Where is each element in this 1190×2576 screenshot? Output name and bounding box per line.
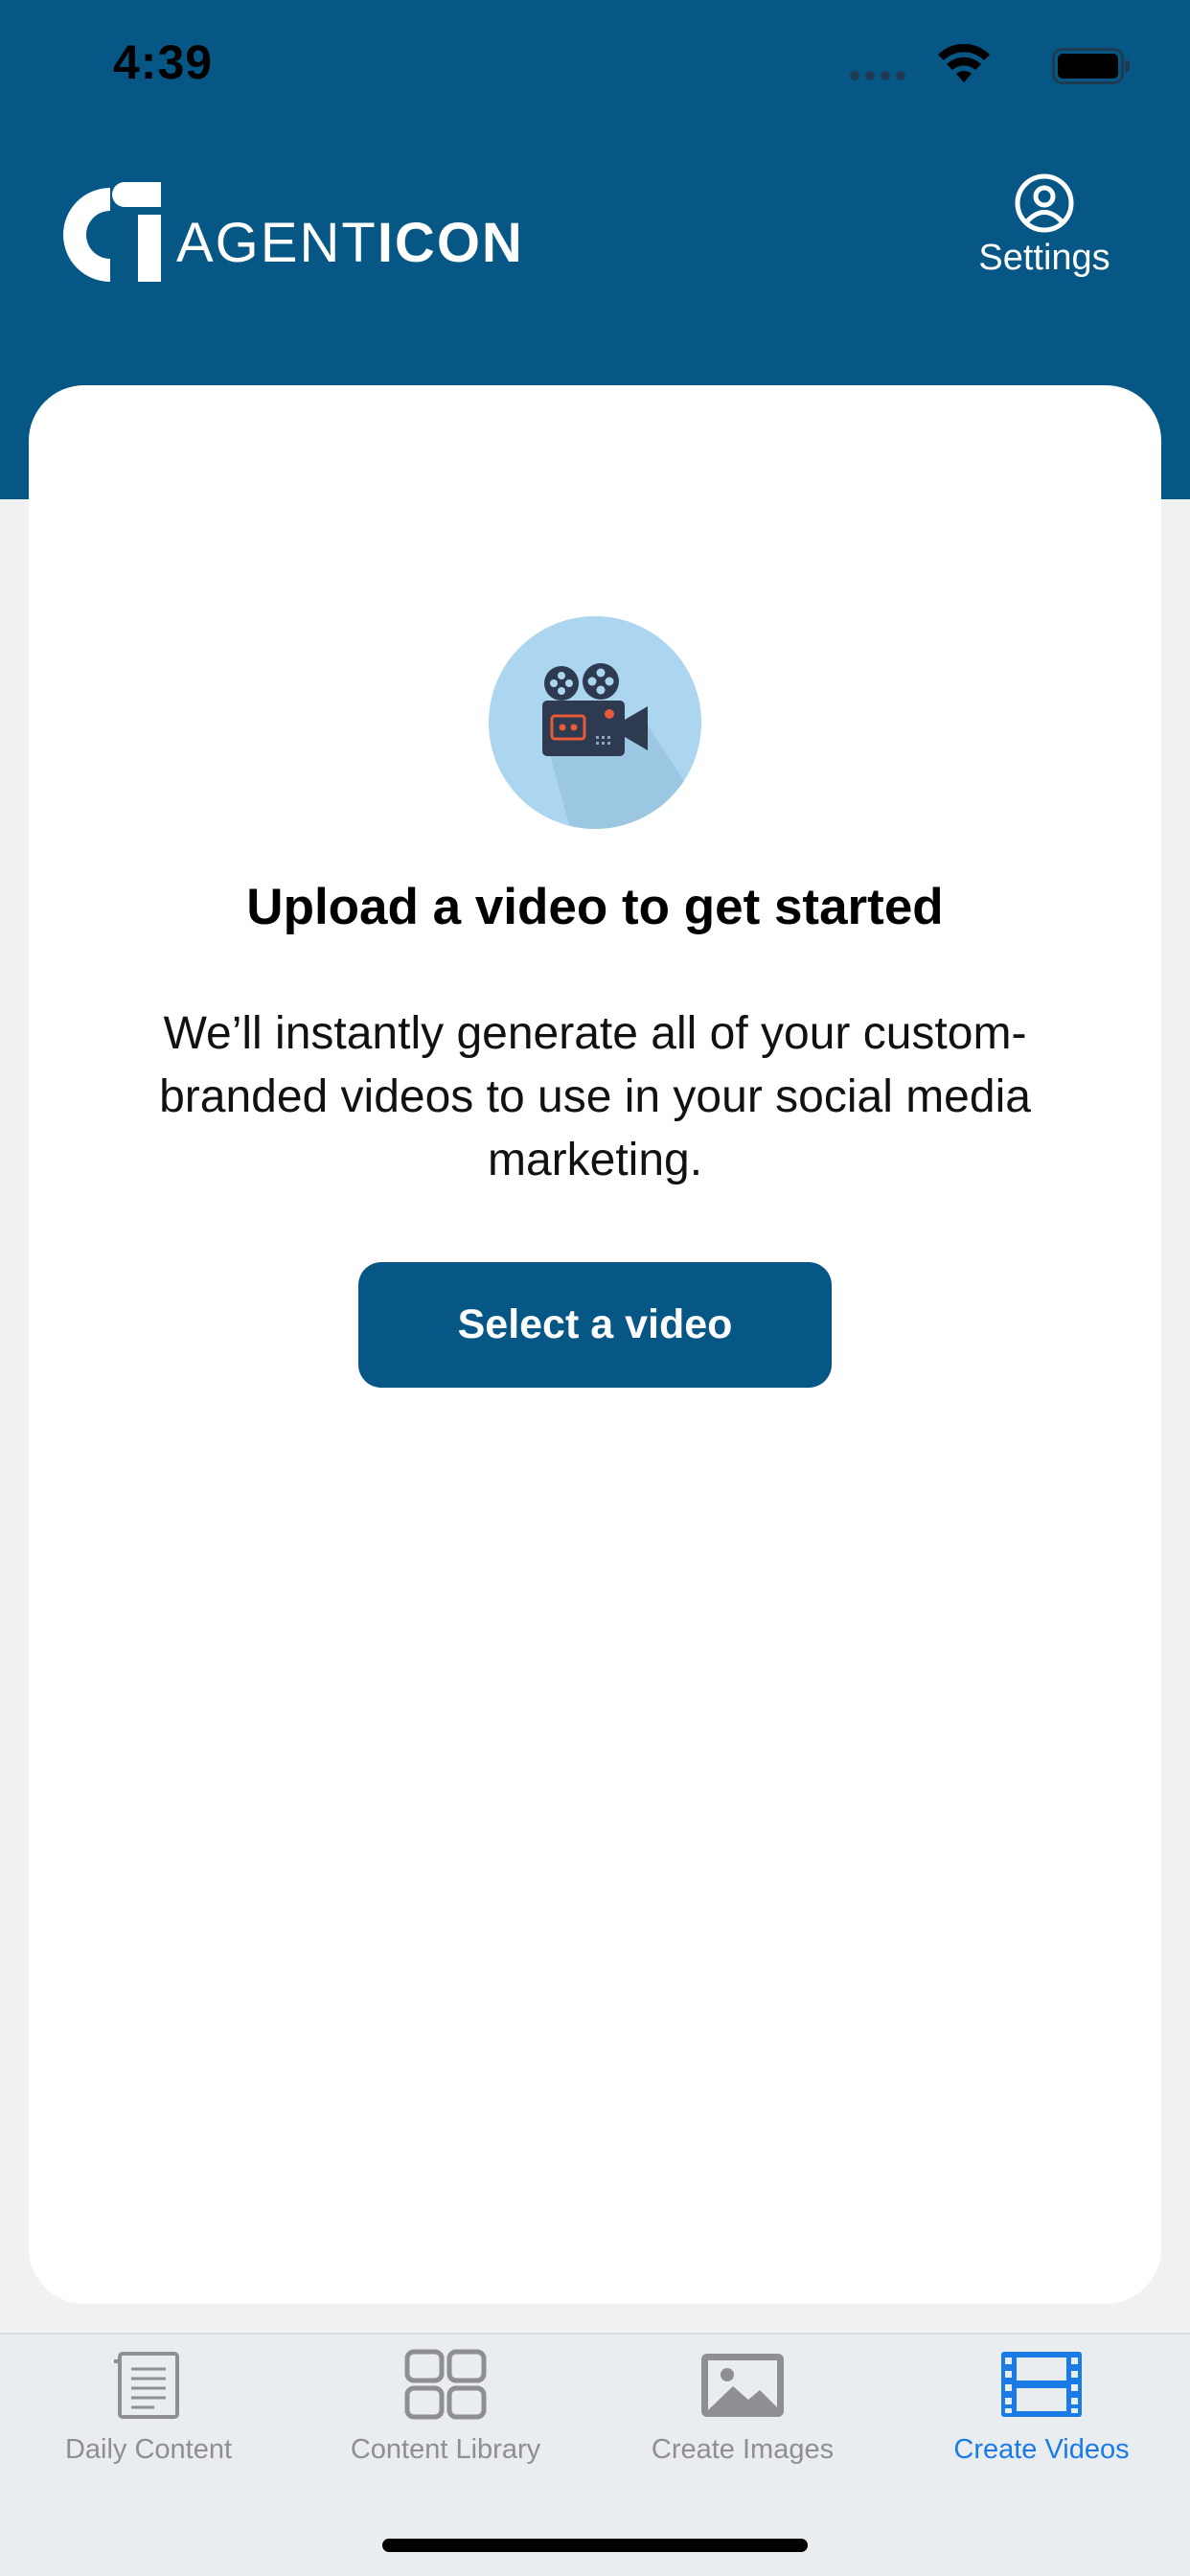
settings-label: Settings (978, 238, 1110, 278)
agenticon-logo: AGENTICON (56, 180, 524, 289)
image-icon (701, 2354, 784, 2417)
tab-content-library[interactable]: Content Library (297, 2348, 594, 2520)
film-strip-icon (1001, 2352, 1082, 2417)
home-indicator[interactable] (382, 2539, 808, 2552)
page-title: Upload a video to get started (246, 879, 944, 935)
user-circle-icon (1015, 173, 1074, 233)
tab-label: Create Images (651, 2434, 835, 2465)
tab-label: Content Library (350, 2434, 541, 2465)
tab-label: Create Videos (953, 2434, 1130, 2465)
logo-wordmark: AGENTICON (176, 212, 524, 274)
page-description: We’ll instantly generate all of your cus… (159, 1008, 1031, 1185)
logo-mark-icon (62, 182, 161, 282)
tab-daily-content[interactable]: Daily Content (0, 2348, 297, 2520)
tab-label: Daily Content (64, 2434, 233, 2465)
grid-icon (404, 2349, 487, 2420)
tab-create-images[interactable]: Create Images (594, 2348, 891, 2520)
settings-button[interactable]: Settings (968, 172, 1121, 288)
tab-create-videos[interactable]: Create Videos (893, 2348, 1190, 2520)
wifi-icon (938, 44, 990, 82)
document-icon (114, 2352, 179, 2419)
select-video-button[interactable]: Select a video (358, 1262, 832, 1388)
film-camera-icon (489, 616, 701, 829)
battery-icon (1052, 48, 1130, 84)
status-time: 4:39 (113, 35, 214, 89)
cellular-signal-icon (850, 71, 905, 80)
